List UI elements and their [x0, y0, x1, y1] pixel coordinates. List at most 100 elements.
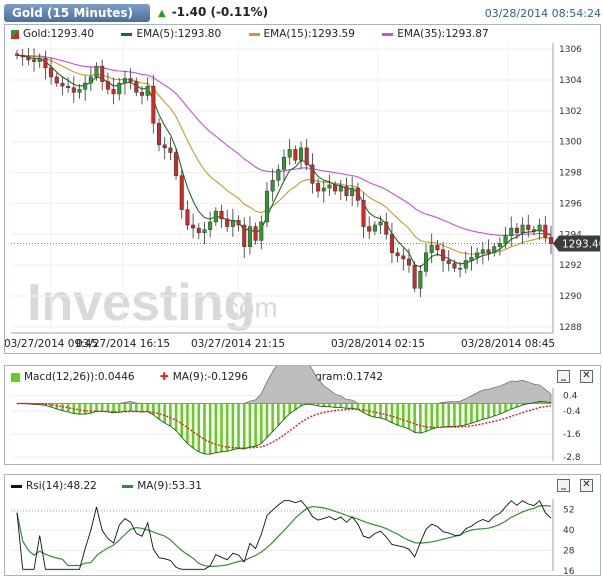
macd-bar	[328, 403, 331, 407]
candle-body	[520, 224, 525, 233]
candle-body	[344, 186, 349, 196]
candle-body	[117, 82, 122, 95]
candle-body	[213, 210, 218, 223]
macd-tick-label: -2.8	[563, 453, 581, 463]
macd-bar	[396, 403, 399, 426]
candle-body	[83, 82, 88, 90]
candle-body	[389, 234, 394, 254]
candle-body	[378, 221, 383, 226]
macd-bar	[282, 403, 286, 420]
ema35-line	[16, 54, 552, 236]
macd-bar	[169, 403, 172, 427]
macd-bar	[436, 403, 439, 428]
macd-bar	[356, 403, 360, 410]
macd-tick-label: -1.6	[563, 430, 581, 440]
macd-bar	[504, 403, 507, 412]
macd-bar	[277, 403, 280, 426]
candle-body	[208, 221, 213, 230]
y-tick-label: 1300	[559, 138, 582, 148]
candle-body	[185, 209, 190, 226]
macd-bar	[140, 403, 144, 413]
macd-bar	[419, 403, 422, 434]
macd-bar	[271, 403, 274, 432]
y-tick-label: 1292	[559, 261, 582, 271]
candle-body	[43, 58, 48, 68]
candle-body	[100, 65, 105, 82]
macd-bar	[157, 403, 161, 420]
candle-body	[310, 164, 315, 184]
macd-bar	[492, 403, 496, 416]
macd-tick-label: 0.4	[563, 392, 578, 402]
y-tick-label: 1290	[559, 292, 582, 302]
candle-body	[122, 78, 127, 84]
candle-body	[191, 224, 196, 229]
candle-body	[304, 147, 309, 166]
candle-body	[281, 156, 287, 170]
candle-body	[88, 76, 93, 84]
candle-body	[179, 175, 184, 210]
macd-bar	[163, 403, 167, 423]
x-tick-label: 03/28/2014 08:45	[461, 338, 555, 350]
price-chart[interactable]: Investing.com130613041302130012981296129…	[5, 25, 600, 353]
candle-body	[264, 190, 269, 223]
candle-body	[350, 187, 355, 196]
candle-body	[452, 263, 457, 269]
candle-body	[253, 226, 258, 241]
candle-body	[412, 264, 417, 289]
macd-bar	[197, 403, 201, 452]
candle-body	[406, 258, 411, 266]
macd-bar	[95, 403, 98, 412]
candle-body	[475, 252, 480, 258]
rsi-panel: Rsi(14):48.22 MA(9):53.31 _ ✕ 52 40 28 16	[4, 474, 601, 576]
y-tick-label: 1298	[559, 169, 582, 179]
candle-body	[71, 87, 76, 93]
candle-body	[54, 76, 59, 84]
macd-bar	[220, 403, 223, 452]
watermark-suffix: .com	[217, 292, 278, 323]
candle-body	[367, 226, 372, 232]
macd-bar	[237, 403, 240, 449]
candle-body	[537, 224, 542, 232]
candle-body	[543, 224, 548, 238]
y-tick-label: 1296	[559, 199, 582, 209]
candle-body	[162, 144, 167, 149]
candle-body	[66, 85, 71, 88]
macd-bar	[191, 403, 195, 449]
macd-bar	[475, 403, 479, 422]
macd-bar	[362, 403, 365, 413]
macd-chart[interactable]: 0.4 -0.4 -1.6 -2.8	[5, 366, 600, 464]
macd-bar	[464, 403, 468, 425]
candle-body	[139, 92, 144, 96]
macd-bar	[288, 403, 291, 414]
candle-body	[441, 249, 446, 261]
macd-bar	[259, 403, 263, 444]
rsi-chart[interactable]: 52 40 28 16	[5, 475, 600, 575]
macd-bar	[208, 403, 212, 455]
macd-bar	[367, 403, 371, 416]
macd-bar	[186, 403, 189, 444]
timestamp: 03/28/2014 08:54:24	[484, 7, 601, 20]
macd-bar	[413, 403, 416, 433]
macd-bar	[333, 403, 337, 408]
candle-body	[219, 210, 224, 220]
macd-bar	[379, 403, 382, 419]
last-price-label: 1293.40	[562, 239, 600, 251]
candle-body	[20, 55, 25, 58]
macd-bar	[441, 403, 445, 427]
candle-body	[463, 260, 468, 269]
candle-body	[196, 227, 201, 233]
macd-bar	[129, 403, 132, 411]
candle-body	[429, 244, 434, 254]
macd-bar	[146, 403, 149, 412]
candle-body	[111, 89, 116, 95]
macd-bar	[174, 403, 178, 431]
candle-body	[168, 147, 173, 153]
macd-bar	[481, 403, 485, 420]
candle-body	[480, 249, 485, 254]
candle-body	[287, 149, 292, 158]
rsi-tick-label: 28	[563, 546, 575, 556]
macd-bar	[390, 403, 394, 423]
macd-panel: Macd(12,26)):0.0446 ✚ MA(9):-0.1296 Histo…	[4, 365, 601, 465]
y-tick-label: 1306	[559, 45, 582, 55]
macd-bar	[458, 403, 462, 427]
